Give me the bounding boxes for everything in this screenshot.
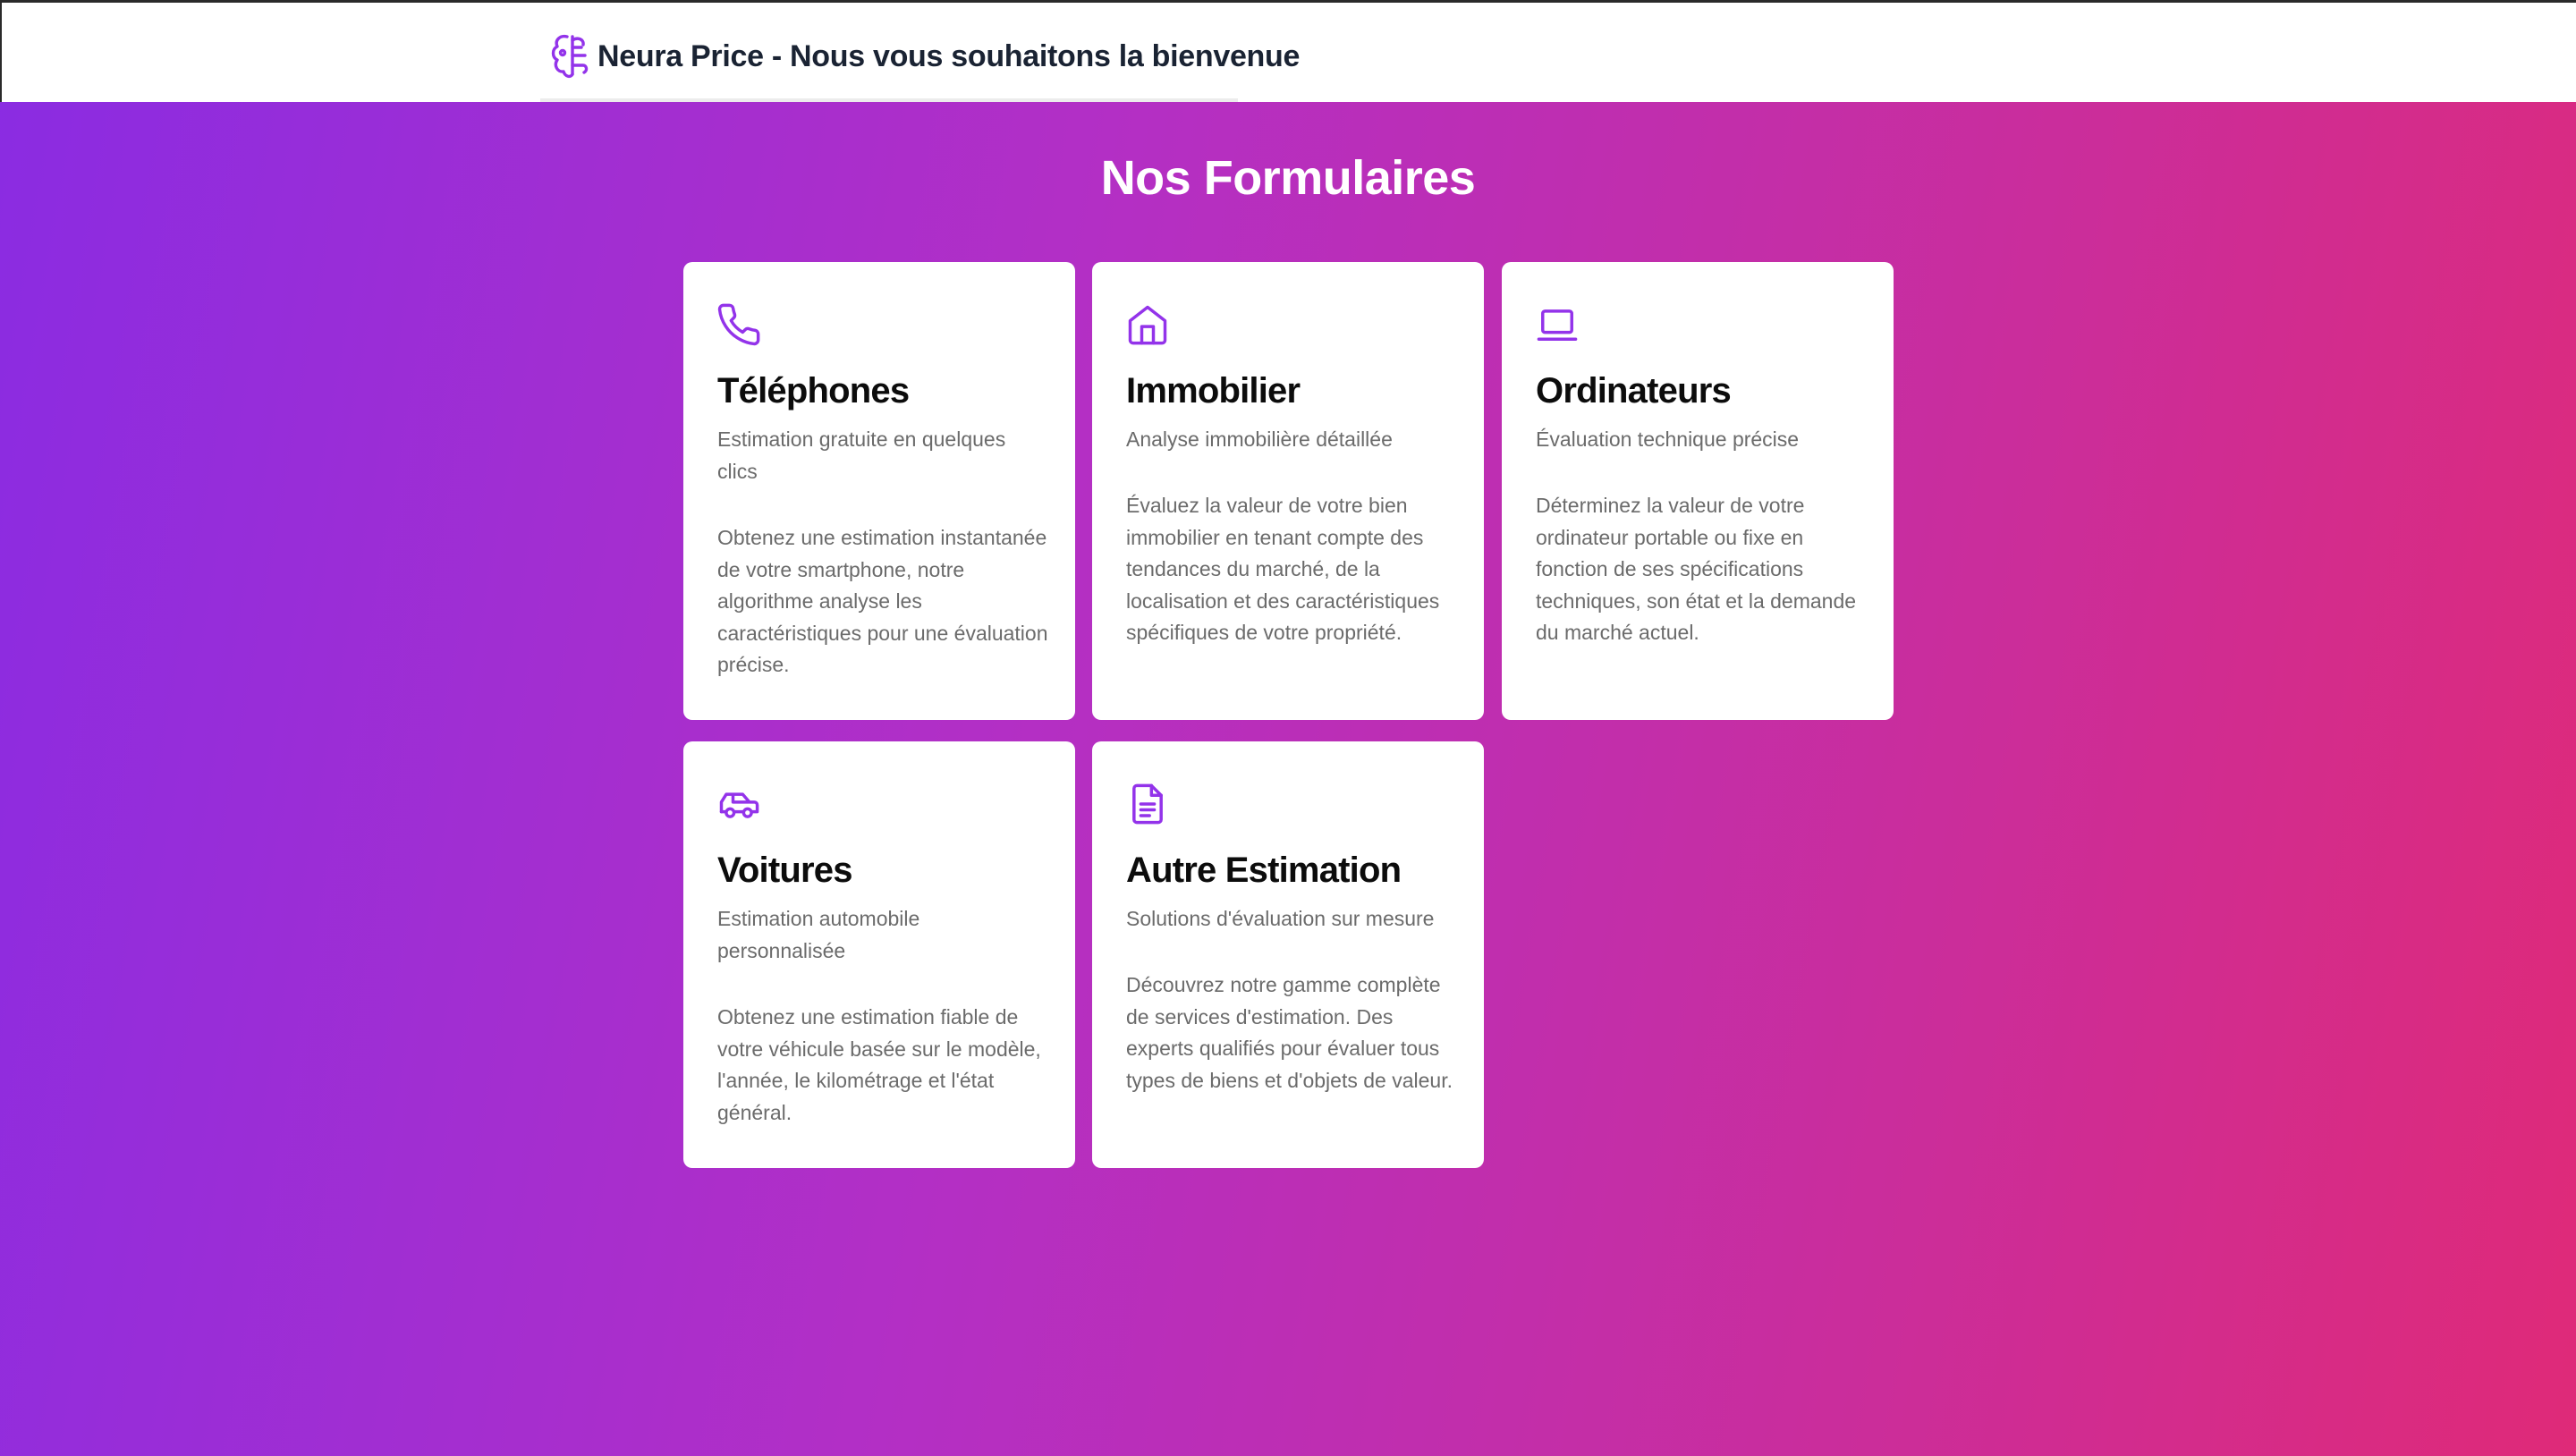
card-description: Obtenez une estimation instantanée de vo… xyxy=(717,526,1048,676)
page-title: Nos Formulaires xyxy=(1100,151,1476,205)
form-card-other-estimation[interactable]: Autre Estimation Solutions d'évaluation … xyxy=(1092,741,1484,1168)
card-description: Déterminez la valeur de votre ordinateur… xyxy=(1536,494,1857,644)
card-title: Ordinateurs xyxy=(1536,371,1732,411)
car-icon xyxy=(719,792,759,818)
card-subtitle: Estimation automobile personnalisée xyxy=(717,907,920,962)
form-card-phones[interactable]: Téléphones Estimation gratuite en quelqu… xyxy=(683,262,1075,720)
home-icon xyxy=(1128,305,1167,345)
card-title: Immobilier xyxy=(1126,371,1301,411)
card-subtitle: Analyse immobilière détaillée xyxy=(1126,427,1393,451)
card-subtitle: Solutions d'évaluation sur mesure xyxy=(1126,907,1435,930)
form-card-cars[interactable]: Voitures Estimation automobile personnal… xyxy=(683,741,1075,1168)
phone-icon xyxy=(717,303,760,346)
card-description: Obtenez une estimation fiable de votre v… xyxy=(717,1005,1041,1124)
card-title: Téléphones xyxy=(717,371,910,411)
card-description: Évaluez la valeur de votre bien immobili… xyxy=(1126,494,1440,644)
card-subtitle: Estimation gratuite en quelques clics xyxy=(717,427,1006,483)
top-navbar: Neura Price - Nous vous souhaitons la bi… xyxy=(0,0,2576,102)
card-title: Voitures xyxy=(717,851,852,890)
laptop-icon xyxy=(1537,309,1578,341)
form-card-computers[interactable]: Ordinateurs Évaluation technique précise… xyxy=(1502,262,1894,720)
brain-icon xyxy=(551,34,589,79)
app-title: Neura Price - Nous vous souhaitons la bi… xyxy=(597,38,1301,73)
card-title: Autre Estimation xyxy=(1126,851,1402,890)
header-divider xyxy=(540,98,1238,102)
document-icon xyxy=(1132,783,1163,825)
card-description: Découvrez notre gamme complète de servic… xyxy=(1126,973,1453,1092)
card-subtitle: Évaluation technique précise xyxy=(1536,427,1800,451)
brand-home-link[interactable]: Neura Price - Nous vous souhaitons la bi… xyxy=(549,31,1300,81)
form-card-real-estate[interactable]: Immobilier Analyse immobilière détaillée… xyxy=(1092,262,1484,720)
